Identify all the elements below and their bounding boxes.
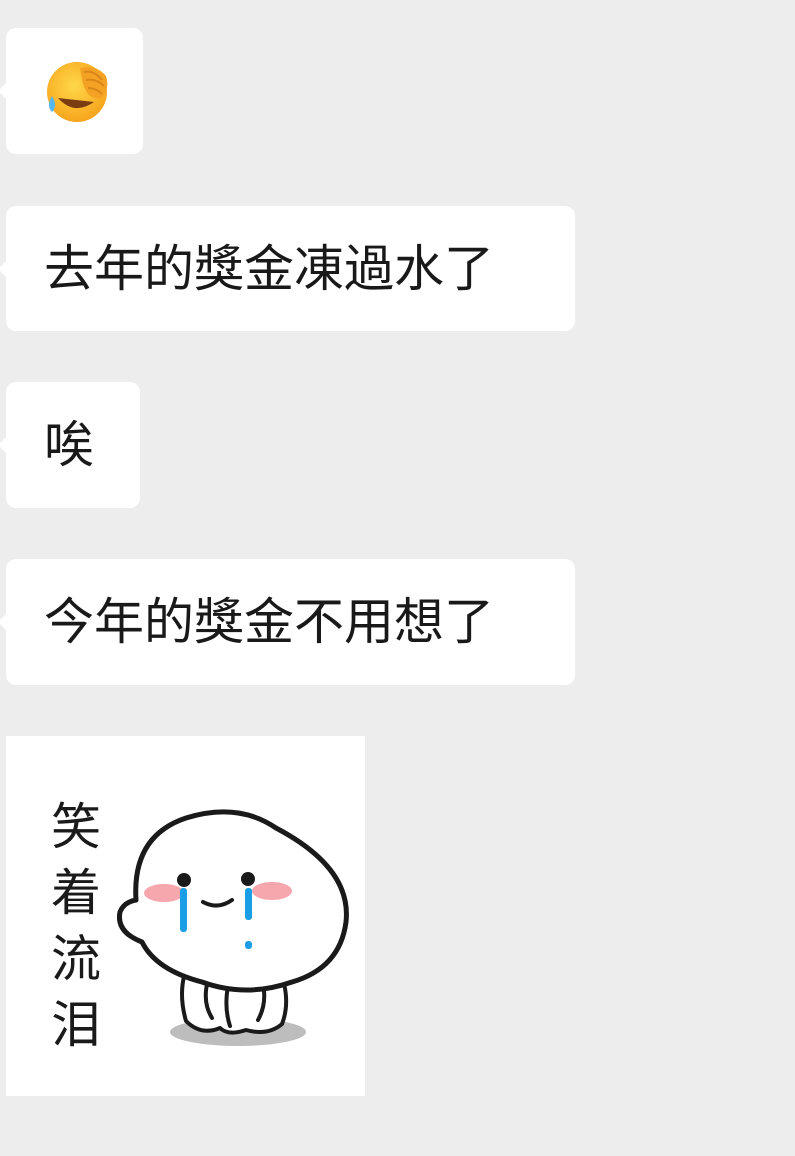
sticker-message[interactable]: 笑 着 流 泪: [6, 736, 365, 1096]
message-text: 今年的獎金不用想了: [44, 593, 494, 651]
face-palm-laughing-icon: [44, 58, 114, 124]
chat-conversation: 去年的獎金凍過水了 唉 今年的獎金不用想了 笑 着 流 泪: [0, 0, 795, 1156]
crying-smiling-blob-icon: [116, 809, 349, 1046]
message-bubble-text[interactable]: 今年的獎金不用想了: [0, 559, 575, 685]
message-bubble-text[interactable]: 唉: [0, 382, 140, 508]
message-text: 唉: [44, 416, 94, 474]
message-bubble-emoji[interactable]: [0, 28, 143, 154]
message-bubble-text[interactable]: 去年的獎金凍過水了: [0, 206, 575, 331]
message-text: 去年的獎金凍過水了: [44, 240, 494, 298]
